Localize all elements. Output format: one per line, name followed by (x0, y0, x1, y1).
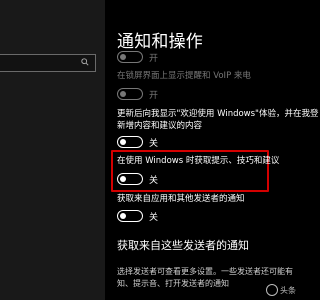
lock-screen-toggle[interactable] (117, 51, 143, 63)
watermark-logo-icon (266, 284, 278, 296)
toggle-state-label: 关 (149, 138, 159, 149)
toggle-state-label: 开 (149, 90, 159, 101)
welcome-toggle[interactable] (117, 136, 143, 148)
app-notifications-text: 获取来自应用和其他发送者的通知 (117, 194, 245, 204)
tips-setting-text: 在使用 Windows 时获取提示、技巧和建议 (117, 156, 280, 166)
voip-setting-text: 在锁屏界面上显示提醒和 VoIP 来电 (117, 71, 251, 81)
app-notifications-toggle[interactable] (117, 210, 143, 222)
welcome-setting-text-2: 新增内容和建议的内容 (117, 121, 203, 131)
watermark-text: 头条 (280, 285, 296, 295)
voip-toggle[interactable] (117, 88, 143, 100)
watermark: 头条 (266, 284, 296, 296)
toggle-row-welcome: 关 (117, 134, 158, 150)
senders-description-1: 选择发送者可查看更多设置。一些发送者还可能有 (117, 267, 293, 276)
toggle-row-app-notifications: 关 (117, 208, 158, 224)
search-icon (81, 58, 89, 66)
toggle-row-lock-screen: 开 (117, 49, 158, 65)
senders-heading: 获取来自这些发送者的通知 (117, 239, 249, 252)
senders-description-2: 知、提示音、打开发送者的通知 (117, 279, 229, 288)
toggle-state-label: 关 (149, 175, 159, 186)
tips-toggle[interactable] (117, 173, 143, 185)
toggle-row-tips: 关 (117, 171, 158, 187)
search-box[interactable] (0, 54, 96, 72)
toggle-state-label: 开 (149, 53, 159, 64)
toggle-state-label: 关 (149, 212, 159, 223)
toggle-row-voip: 开 (117, 86, 158, 102)
welcome-setting-text-1: 更新后向我显示"欢迎使用 Windows"体验，并在我登 (117, 109, 319, 119)
left-panel (0, 0, 105, 300)
